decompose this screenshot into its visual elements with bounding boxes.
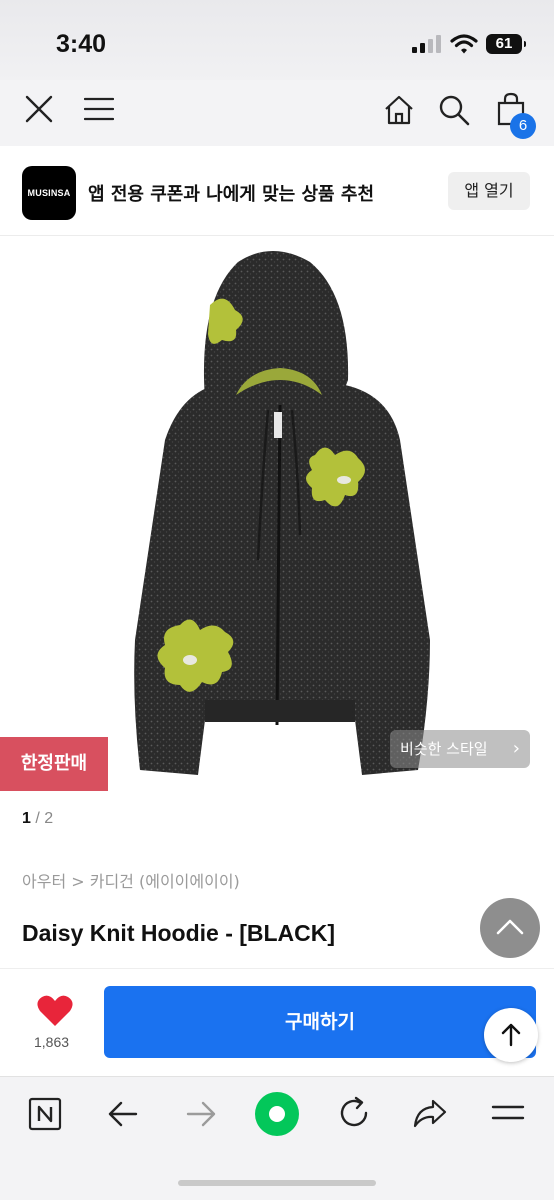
arrow-up-icon [501,1023,521,1047]
similar-style-label: 비슷한 스타일 [400,740,488,758]
scroll-to-top-button[interactable] [480,898,540,958]
naver-icon[interactable] [28,1097,62,1131]
like-count: 1,863 [34,1034,70,1050]
pager-total: / 2 [35,810,54,827]
more-menu-icon[interactable] [490,1101,526,1125]
status-time: 3:40 [56,30,107,58]
product-image[interactable] [0,237,554,797]
app-promo-banner[interactable]: MUSINSA 앱 전용 쿠폰과 나에게 맞는 상품 추천 앱 열기 [0,146,554,236]
search-icon[interactable] [438,94,470,126]
hoodie-illustration [134,251,430,775]
cart-count-badge: 6 [510,113,536,139]
product-title: Daisy Knit Hoodie - [BLACK] [22,920,336,946]
battery-indicator: 61 [486,34,526,54]
chevron-right-icon: › [512,738,520,759]
heart-icon[interactable] [36,994,74,1028]
musinsa-logo: MUSINSA [22,166,76,220]
share-icon[interactable] [412,1095,448,1131]
wifi-icon [450,34,478,54]
open-app-button[interactable]: 앱 열기 [448,172,530,210]
naver-green-dot-icon[interactable] [254,1091,300,1137]
pager-current: 1 [22,810,31,827]
image-pager: 1 / 2 [22,810,53,828]
buy-button[interactable]: 구매하기 [104,986,536,1058]
signal-icon [412,35,442,53]
close-icon[interactable] [24,94,54,124]
top-nav-bar [0,80,554,146]
similar-style-button[interactable]: 비슷한 스타일 › [390,730,530,768]
upload-button[interactable] [484,1008,538,1062]
status-bar: 3:40 61 [0,0,554,80]
refresh-icon[interactable] [336,1095,372,1131]
home-indicator [178,1180,376,1186]
banner-message: 앱 전용 쿠폰과 나에게 맞는 상품 추천 [88,184,374,205]
menu-icon[interactable] [84,97,114,121]
limited-sale-badge: 한정판매 [0,737,108,791]
chevron-up-icon [496,919,524,935]
forward-icon[interactable] [184,1097,218,1131]
home-icon[interactable] [383,94,415,126]
back-icon[interactable] [106,1097,140,1131]
breadcrumb[interactable]: 아우터 > 카디건 (에이이에이이) [22,868,240,892]
